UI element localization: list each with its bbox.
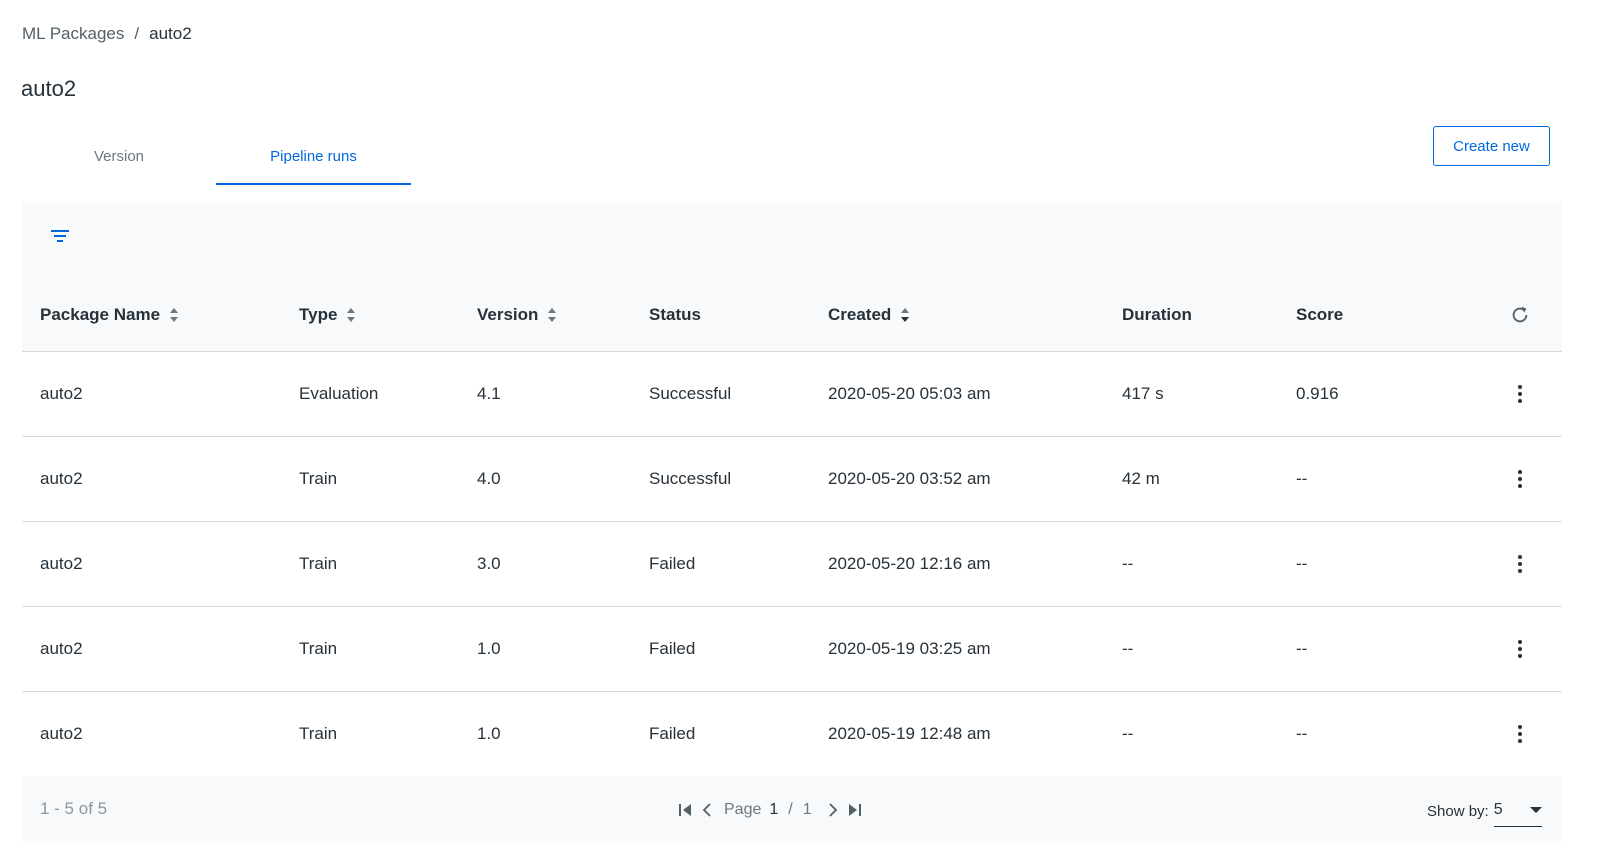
- cell-created: 2020-05-19 03:25 am: [828, 639, 991, 658]
- more-vertical-icon[interactable]: [1512, 639, 1528, 659]
- page-separator: /: [788, 801, 793, 818]
- page-label: Page: [724, 801, 762, 818]
- chevron-left-icon: [702, 803, 711, 817]
- cell-score: --: [1296, 554, 1308, 573]
- cell-score: --: [1296, 639, 1308, 658]
- cell-version: 1.0: [477, 639, 501, 658]
- more-vertical-icon[interactable]: [1512, 724, 1528, 744]
- table-row[interactable]: auto2 Train 1.0 Failed 2020-05-19 12:48 …: [22, 692, 1562, 777]
- more-vertical-icon[interactable]: [1512, 384, 1528, 404]
- filter-icon[interactable]: [50, 227, 70, 245]
- tab-version[interactable]: Version: [22, 128, 216, 185]
- column-header-label: Duration: [1122, 305, 1192, 324]
- cell-type: Train: [299, 639, 338, 658]
- cell-type: Train: [299, 724, 338, 743]
- table-row[interactable]: auto2 Train 4.0 Successful 2020-05-20 03…: [22, 437, 1562, 522]
- refresh-icon[interactable]: [1509, 304, 1531, 326]
- cell-package-name: auto2: [40, 384, 83, 403]
- cell-version: 4.1: [477, 384, 501, 403]
- cell-duration: 42 m: [1122, 469, 1160, 488]
- next-page-button[interactable]: [822, 799, 844, 821]
- cell-created: 2020-05-20 03:52 am: [828, 469, 991, 488]
- more-vertical-icon[interactable]: [1512, 469, 1528, 489]
- breadcrumb-separator: /: [134, 24, 140, 43]
- more-vertical-icon[interactable]: [1512, 554, 1528, 574]
- column-header-label: Package Name: [40, 305, 161, 324]
- cell-duration: --: [1122, 639, 1134, 658]
- page-size-selector: Show by: 5: [1427, 795, 1542, 827]
- column-header-package-name[interactable]: Package Name: [40, 278, 179, 352]
- sort-icon[interactable]: [346, 306, 356, 324]
- column-header-type[interactable]: Type: [299, 278, 356, 352]
- cell-type: Train: [299, 554, 338, 573]
- tab-bar: Version Pipeline runs: [22, 128, 411, 185]
- column-header-score: Score: [1296, 278, 1343, 352]
- first-page-button[interactable]: [674, 799, 696, 821]
- column-header-created[interactable]: Created: [828, 278, 910, 352]
- column-header-version[interactable]: Version: [477, 278, 557, 352]
- current-page-input[interactable]: 1: [769, 801, 778, 819]
- table-row[interactable]: auto2 Train 3.0 Failed 2020-05-20 12:16 …: [22, 522, 1562, 607]
- cell-created: 2020-05-20 12:16 am: [828, 554, 991, 573]
- cell-version: 4.0: [477, 469, 501, 488]
- show-by-label: Show by:: [1427, 802, 1489, 820]
- cell-score: --: [1296, 724, 1308, 743]
- column-header-label: Type: [299, 305, 338, 324]
- cell-score: 0.916: [1296, 384, 1339, 403]
- column-header-duration: Duration: [1122, 278, 1192, 352]
- chevron-right-icon: [829, 803, 837, 817]
- sort-icon[interactable]: [169, 306, 179, 324]
- cell-score: --: [1296, 469, 1308, 488]
- tab-pipeline-runs[interactable]: Pipeline runs: [216, 128, 411, 185]
- column-header-status: Status: [649, 278, 701, 352]
- cell-package-name: auto2: [40, 639, 83, 658]
- column-header-label: Version: [477, 305, 539, 324]
- grid-toolbar: [22, 203, 1562, 268]
- cell-type: Train: [299, 469, 338, 488]
- table-row[interactable]: auto2 Train 1.0 Failed 2020-05-19 03:25 …: [22, 607, 1562, 692]
- cell-package-name: auto2: [40, 724, 83, 743]
- pagination-range: 1 - 5 of 5: [40, 799, 108, 818]
- cell-duration: --: [1122, 724, 1134, 743]
- page-title: auto2: [21, 76, 77, 101]
- cell-package-name: auto2: [40, 554, 83, 573]
- total-pages: 1: [802, 801, 812, 818]
- last-page-button[interactable]: [844, 799, 866, 821]
- cell-created: 2020-05-20 05:03 am: [828, 384, 991, 403]
- first-page-icon: [679, 804, 691, 816]
- sort-icon[interactable]: [547, 306, 557, 324]
- cell-duration: 417 s: [1122, 384, 1164, 403]
- table-body: auto2 Evaluation 4.1 Successful 2020-05-…: [22, 352, 1562, 777]
- cell-status: Successful: [649, 469, 732, 488]
- caret-down-icon: [1529, 806, 1542, 813]
- cell-status: Successful: [649, 384, 732, 403]
- pipeline-runs-grid: Package Name Type Version Status Created…: [22, 203, 1562, 843]
- cell-package-name: auto2: [40, 469, 83, 488]
- column-header-label: Created: [828, 305, 892, 324]
- cell-created: 2020-05-19 12:48 am: [828, 724, 991, 743]
- sort-icon[interactable]: [900, 306, 910, 324]
- cell-status: Failed: [649, 554, 696, 573]
- cell-version: 1.0: [477, 724, 501, 743]
- previous-page-button[interactable]: [696, 799, 718, 821]
- cell-duration: --: [1122, 554, 1134, 573]
- cell-status: Failed: [649, 724, 696, 743]
- last-page-icon: [848, 804, 861, 816]
- page-size-value: 5: [1493, 800, 1503, 818]
- page-size-select[interactable]: 5: [1493, 795, 1542, 827]
- column-header-label: Score: [1296, 305, 1344, 324]
- cell-type: Evaluation: [299, 384, 379, 403]
- create-new-button[interactable]: Create new: [1433, 126, 1550, 166]
- breadcrumb: ML Packages / auto2: [22, 24, 192, 44]
- cell-status: Failed: [649, 639, 696, 658]
- table-row[interactable]: auto2 Evaluation 4.1 Successful 2020-05-…: [22, 352, 1562, 437]
- pagination: Page 1 / 1: [674, 797, 866, 823]
- table-header: Package Name Type Version Status Created…: [22, 278, 1562, 352]
- cell-version: 3.0: [477, 554, 501, 573]
- breadcrumb-parent-link[interactable]: ML Packages: [22, 24, 124, 44]
- grid-footer: 1 - 5 of 5 Page 1 / 1 Show by: 5: [22, 776, 1562, 843]
- breadcrumb-current: auto2: [149, 24, 192, 43]
- column-header-label: Status: [649, 305, 701, 324]
